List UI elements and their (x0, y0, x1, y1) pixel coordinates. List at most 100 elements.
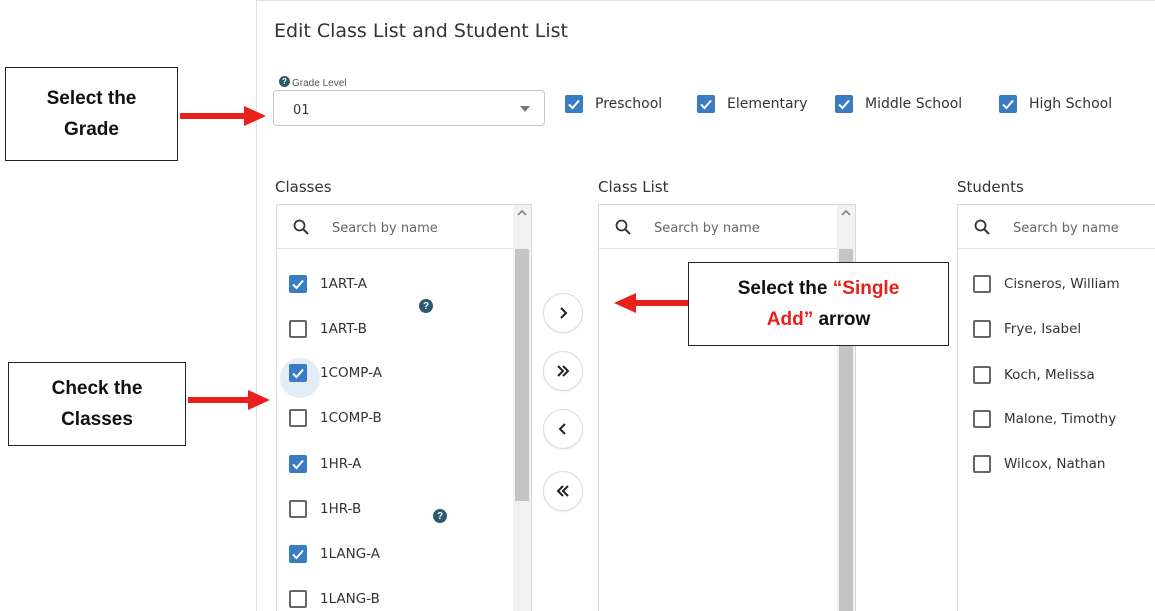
student-name: Koch, Melissa (1004, 367, 1095, 383)
scroll-up-icon[interactable] (517, 209, 527, 217)
classes-search-placeholder: Search by name (332, 221, 438, 236)
checkbox-unchecked-icon[interactable] (973, 410, 991, 428)
checkbox-unchecked-icon[interactable] (973, 455, 991, 473)
double-chevron-right-icon (557, 365, 570, 377)
grade-level-label-group: ? Grade Level (276, 76, 350, 89)
question-circle-icon[interactable]: ? (279, 76, 290, 87)
question-circle-icon[interactable]: ? (433, 509, 447, 523)
list-item-class[interactable]: 1LANG-A (289, 539, 380, 569)
students-listbox[interactable]: Search by name Cisneros, William Frye, I… (957, 204, 1155, 611)
checkbox-unchecked-icon[interactable] (289, 590, 307, 608)
class-list-search-placeholder: Search by name (654, 221, 760, 236)
checkbox-focus-wrapper[interactable] (280, 358, 320, 398)
student-name: Cisneros, William (1004, 276, 1120, 292)
annotation-arrow-right-icon (180, 106, 266, 126)
annotation-text: Check the (51, 378, 143, 399)
checkbox-checked-icon[interactable] (835, 95, 853, 113)
annotation-text: Classes (61, 409, 133, 430)
checkbox-checked-icon[interactable] (697, 95, 715, 113)
search-icon (293, 219, 309, 235)
annotation-highlight-text: Add” (766, 309, 814, 330)
list-item-class[interactable]: 1ART-A (289, 269, 367, 299)
checkbox-unchecked-icon[interactable] (973, 320, 991, 338)
single-remove-button[interactable] (543, 409, 583, 449)
chevron-down-icon (520, 106, 530, 112)
level-label: Middle School (865, 96, 963, 112)
list-item-student[interactable]: Wilcox, Nathan (973, 449, 1105, 479)
level-checkbox-elementary[interactable]: Elementary (697, 92, 808, 116)
checkbox-unchecked-icon[interactable] (289, 409, 307, 427)
list-item-class[interactable]: 1LANG-B (289, 584, 380, 611)
list-item-student[interactable]: Frye, Isabel (973, 314, 1081, 344)
students-search[interactable]: Search by name (958, 205, 1155, 249)
student-name: Frye, Isabel (1004, 321, 1082, 337)
annotation-text: Grade (64, 119, 119, 140)
classes-scrollbar[interactable] (513, 205, 531, 611)
list-item-class[interactable]: 1ART-B (289, 314, 367, 344)
annotation-text: arrow (813, 309, 871, 330)
class-name: 1ART-A (320, 276, 368, 292)
checkbox-checked-icon[interactable] (289, 455, 307, 473)
classes-title: Classes (275, 178, 332, 196)
class-name: 1LANG-B (320, 591, 380, 607)
search-icon (974, 219, 990, 235)
level-checkbox-high-school[interactable]: High School (999, 92, 1112, 116)
checkbox-unchecked-icon[interactable] (973, 366, 991, 384)
single-add-button[interactable] (543, 293, 583, 333)
chevron-right-icon (560, 307, 568, 319)
annotation-arrow-left-icon (614, 293, 688, 313)
student-name: Malone, Timothy (1004, 411, 1117, 427)
annotation-text: Select the (46, 88, 137, 109)
annotation-line-1: Select the “Single (738, 273, 900, 304)
list-item-class[interactable]: 1HR-B (289, 494, 361, 524)
class-list-title: Class List (598, 178, 669, 196)
classes-search[interactable]: Search by name (277, 205, 531, 249)
class-list-search[interactable]: Search by name (599, 205, 855, 249)
annotation-select-grade: Select the Grade (5, 67, 178, 161)
checkbox-unchecked-icon[interactable] (289, 320, 307, 338)
list-item-class[interactable]: 1COMP-A (280, 358, 382, 398)
grade-level-select[interactable]: 01 (273, 90, 545, 126)
list-item-class[interactable]: 1HR-A (289, 449, 361, 479)
grade-level-value: 01 (293, 103, 310, 118)
remove-all-button[interactable] (543, 471, 583, 511)
level-label: Elementary (727, 96, 808, 112)
checkbox-checked-icon[interactable] (999, 95, 1017, 113)
checkbox-checked-icon[interactable] (565, 95, 583, 113)
add-all-button[interactable] (543, 351, 583, 391)
student-name: Wilcox, Nathan (1004, 456, 1106, 472)
class-name: 1ART-B (320, 321, 367, 337)
list-item-student[interactable]: Cisneros, William (973, 269, 1120, 299)
annotation-line-2: Add” arrow (767, 304, 870, 335)
checkbox-checked-icon[interactable] (289, 545, 307, 563)
class-name: 1COMP-B (320, 410, 382, 426)
class-name: 1HR-B (320, 501, 362, 517)
class-name: 1LANG-A (320, 546, 381, 562)
level-checkbox-middle-school[interactable]: Middle School (835, 92, 962, 116)
classes-scroll-thumb[interactable] (515, 249, 529, 501)
checkbox-checked-icon[interactable] (289, 275, 307, 293)
level-checkbox-preschool[interactable]: Preschool (565, 92, 662, 116)
annotation-single-add: Select the “Single Add” arrow (688, 262, 949, 346)
annotation-text: Select the (737, 278, 833, 299)
list-item-student[interactable]: Koch, Melissa (973, 360, 1095, 390)
level-label: Preschool (595, 96, 663, 112)
grade-level-label: Grade Level (292, 78, 347, 89)
checkbox-checked-icon[interactable] (289, 364, 307, 382)
list-item-student[interactable]: Malone, Timothy (973, 404, 1116, 434)
class-name: 1HR-A (320, 456, 362, 472)
annotation-highlight-text: “Single (832, 278, 900, 299)
question-circle-icon[interactable]: ? (419, 299, 433, 313)
scroll-up-icon[interactable] (841, 209, 851, 217)
students-title: Students (957, 178, 1024, 196)
page-title: Edit Class List and Student List (274, 20, 568, 42)
checkbox-unchecked-icon[interactable] (289, 500, 307, 518)
annotation-arrow-right-icon (188, 390, 270, 410)
double-chevron-left-icon (556, 485, 569, 497)
students-search-placeholder: Search by name (1013, 221, 1119, 236)
level-label: High School (1029, 96, 1113, 112)
checkbox-unchecked-icon[interactable] (973, 275, 991, 293)
annotation-check-classes: Check the Classes (8, 362, 186, 446)
list-item-class[interactable]: 1COMP-B (289, 403, 382, 433)
classes-listbox[interactable]: Search by name 1ART-A 1ART-B 1COMP-A 1CO… (276, 204, 532, 611)
